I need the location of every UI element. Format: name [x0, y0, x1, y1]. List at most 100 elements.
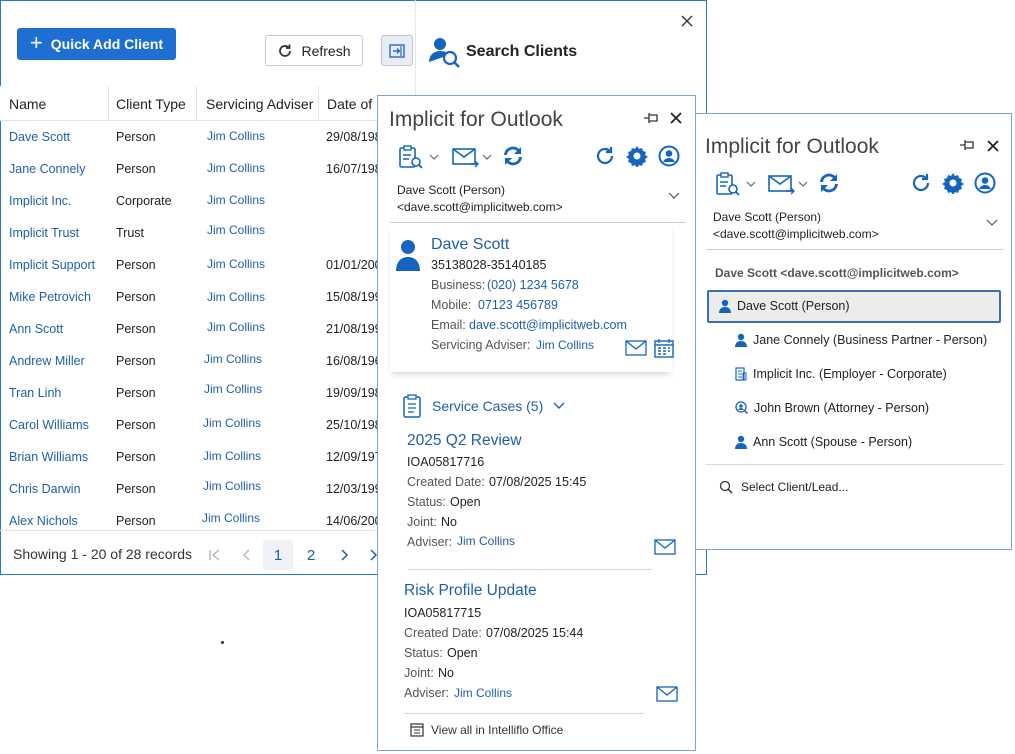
- toggle-sidebar-button[interactable]: [381, 35, 413, 66]
- email-link[interactable]: dave.scott@implicitweb.com: [469, 318, 627, 332]
- client-name-link[interactable]: Ann Scott: [9, 322, 63, 336]
- client-name-link[interactable]: Andrew Miller: [9, 354, 85, 368]
- quick-add-client-button[interactable]: + Quick Add Client: [17, 28, 176, 60]
- contact-selector[interactable]: Dave Scott (Person) <dave.scott@implicit…: [390, 180, 686, 223]
- panel-title: Implicit for Outlook: [705, 135, 879, 158]
- related-item[interactable]: Jane Connely (Business Partner - Person): [735, 333, 987, 347]
- email-menu-button[interactable]: [452, 146, 492, 168]
- next-page-button[interactable]: [329, 540, 359, 570]
- related-item[interactable]: John Brown (Attorney - Person): [735, 401, 929, 415]
- page-2-button[interactable]: 2: [296, 540, 326, 570]
- related-item[interactable]: Dave Scott (Person): [719, 299, 850, 313]
- client-name-link[interactable]: Jane Connely: [9, 162, 85, 176]
- servicing-adviser-link[interactable]: Jim Collins: [536, 338, 594, 352]
- business-phone-link[interactable]: (020) 1234 5678: [487, 278, 579, 292]
- send-email-button[interactable]: [625, 340, 647, 356]
- status-label: Status:: [404, 646, 443, 660]
- pin-button[interactable]: [958, 137, 978, 153]
- page-1-button[interactable]: 1: [263, 540, 293, 570]
- search-clients-title: Search Clients: [466, 43, 578, 60]
- related-item-label: Jane Connely (Business Partner - Person): [753, 333, 988, 347]
- mobile-phone-link[interactable]: 07123 456789: [478, 298, 558, 312]
- refresh-icon: [594, 145, 616, 167]
- status-value: Open: [450, 495, 481, 509]
- contact-selector[interactable]: Dave Scott (Person) <dave.scott@implicit…: [706, 207, 1004, 250]
- client-report-button[interactable]: [714, 171, 756, 197]
- sync-icon: [816, 170, 842, 196]
- client-name-link[interactable]: Dave Scott: [431, 236, 509, 254]
- prev-page-button[interactable]: [232, 540, 262, 570]
- adviser-link[interactable]: Jim Collins: [207, 257, 265, 271]
- building-icon: [735, 367, 747, 381]
- client-name-link[interactable]: Implicit Trust: [9, 226, 79, 240]
- sync-button[interactable]: [816, 170, 842, 196]
- client-type: Person: [116, 482, 156, 496]
- adviser-link[interactable]: Jim Collins: [207, 193, 265, 207]
- first-page-button[interactable]: [200, 540, 230, 570]
- adviser-link[interactable]: Jim Collins: [204, 352, 262, 366]
- adviser-link[interactable]: Jim Collins: [203, 416, 261, 430]
- reload-button[interactable]: [594, 145, 616, 167]
- related-item[interactable]: Implicit Inc. (Employer - Corporate): [735, 367, 947, 381]
- client-name-link[interactable]: Dave Scott: [9, 130, 70, 144]
- client-name-link[interactable]: Carol Williams: [9, 418, 89, 432]
- service-cases-toggle[interactable]: Service Cases (5): [402, 394, 565, 418]
- case-email-button[interactable]: [656, 686, 678, 702]
- sync-button[interactable]: [500, 143, 526, 169]
- view-all-label: View all in Intelliflo Office: [431, 723, 564, 737]
- joint-value: No: [438, 666, 454, 680]
- adviser-link[interactable]: Jim Collins: [203, 449, 261, 463]
- servicing-adviser-label: Servicing Adviser:: [431, 338, 531, 352]
- adviser-link[interactable]: Jim Collins: [203, 479, 261, 493]
- adviser-link[interactable]: Jim Collins: [207, 223, 265, 237]
- column-header-date[interactable]: Date of: [327, 96, 372, 112]
- column-header-client-type[interactable]: Client Type: [116, 96, 186, 112]
- client-name-link[interactable]: Implicit Inc.: [9, 194, 72, 208]
- date-value: 14/06/200: [326, 514, 382, 528]
- contact-name: Dave Scott (Person): [713, 210, 822, 224]
- view-all-link[interactable]: View all in Intelliflo Office: [410, 723, 563, 737]
- select-client-link[interactable]: Select Client/Lead...: [719, 480, 848, 494]
- adviser-link[interactable]: Jim Collins: [207, 161, 265, 175]
- client-name-link[interactable]: Mike Petrovich: [9, 290, 91, 304]
- reload-button[interactable]: [910, 172, 932, 194]
- adviser-link[interactable]: Jim Collins: [454, 686, 512, 700]
- adviser-link[interactable]: Jim Collins: [207, 290, 265, 304]
- calendar-button[interactable]: [654, 338, 674, 358]
- adviser-link[interactable]: Jim Collins: [207, 129, 265, 143]
- close-panel-button[interactable]: [668, 110, 684, 126]
- person-icon: [719, 299, 731, 313]
- adviser-link[interactable]: Jim Collins: [204, 382, 262, 396]
- adviser-link[interactable]: Jim Collins: [457, 534, 515, 548]
- client-report-button[interactable]: [397, 144, 439, 170]
- close-panel-button[interactable]: [985, 138, 1001, 154]
- email-menu-button[interactable]: [768, 173, 808, 195]
- column-header-servicing-adviser[interactable]: Servicing Adviser: [206, 96, 313, 112]
- case-email-button[interactable]: [654, 539, 676, 555]
- adviser-link[interactable]: Jim Collins: [207, 320, 265, 334]
- close-search-button[interactable]: [677, 11, 697, 31]
- client-name-link[interactable]: Alex Nichols: [9, 514, 78, 528]
- refresh-button[interactable]: Refresh: [265, 35, 363, 66]
- settings-button[interactable]: [626, 145, 648, 167]
- client-type: Person: [116, 354, 156, 368]
- pin-button[interactable]: [642, 110, 662, 126]
- settings-button[interactable]: [942, 172, 964, 194]
- case-title-link[interactable]: 2025 Q2 Review: [407, 432, 522, 450]
- account-button[interactable]: [974, 172, 996, 194]
- column-header-name[interactable]: Name: [9, 96, 46, 112]
- client-name-link[interactable]: Brian Williams: [9, 450, 88, 464]
- search-clients-icon: [428, 35, 462, 69]
- created-date-value: 07/08/2025 15:44: [486, 626, 584, 640]
- client-name-link[interactable]: Implicit Support: [9, 258, 95, 272]
- mail-icon: [656, 686, 678, 702]
- related-item-label: Implicit Inc. (Employer - Corporate): [753, 367, 947, 381]
- client-name-link[interactable]: Tran Linh: [9, 386, 61, 400]
- account-button[interactable]: [658, 145, 680, 167]
- client-name-link[interactable]: Chris Darwin: [9, 482, 81, 496]
- contact-name: Dave Scott (Person): [397, 183, 506, 197]
- case-reference: IOA05817715: [404, 606, 482, 620]
- case-title-link[interactable]: Risk Profile Update: [404, 582, 537, 600]
- related-item[interactable]: Ann Scott (Spouse - Person): [735, 435, 912, 449]
- adviser-link[interactable]: Jim Collins: [202, 511, 260, 525]
